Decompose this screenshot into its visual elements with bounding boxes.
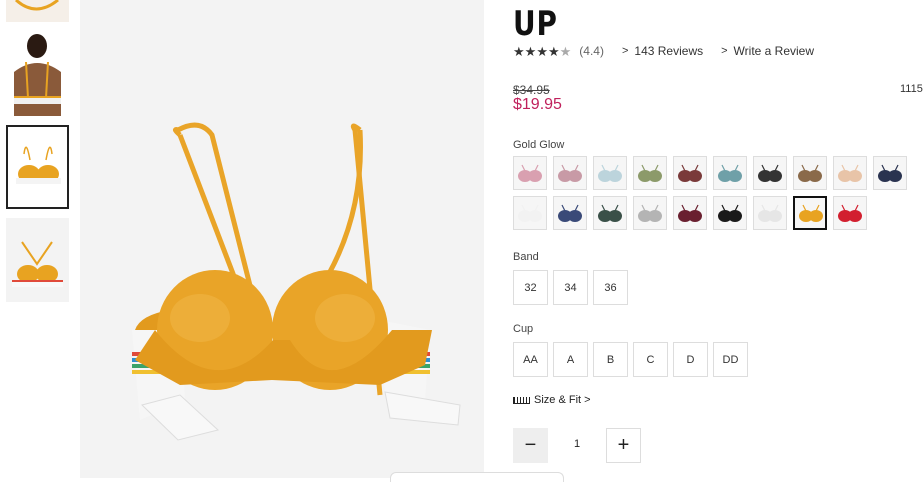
color-swatch-leopard[interactable] bbox=[793, 156, 827, 190]
thumbnail-image bbox=[6, 32, 69, 116]
selected-color-label: Gold Glow bbox=[513, 139, 565, 151]
color-swatch-navy[interactable] bbox=[553, 196, 587, 230]
star-icon: ★ bbox=[536, 43, 548, 59]
swatch-image bbox=[516, 159, 544, 187]
color-swatch-grey[interactable] bbox=[633, 196, 667, 230]
original-price: $34.95 bbox=[513, 83, 550, 97]
color-swatch-teal-print[interactable] bbox=[713, 156, 747, 190]
color-swatch-olive[interactable] bbox=[633, 156, 667, 190]
ruler-icon bbox=[513, 396, 530, 404]
thumbnail-product-back[interactable] bbox=[6, 218, 69, 302]
swatch-image bbox=[716, 159, 744, 187]
color-swatch-burgundy-brown[interactable] bbox=[673, 156, 707, 190]
cup-option-dd[interactable]: DD bbox=[713, 342, 748, 377]
product-title: UP bbox=[513, 4, 558, 44]
band-option-36[interactable]: 36 bbox=[593, 270, 628, 305]
swatch-image bbox=[676, 159, 704, 187]
swatch-image bbox=[876, 159, 904, 187]
color-swatch-gold-glow[interactable] bbox=[793, 196, 827, 230]
swatch-image bbox=[797, 200, 823, 226]
cup-option-b[interactable]: B bbox=[593, 342, 628, 377]
swatch-image bbox=[596, 159, 624, 187]
thumbnail-front-model[interactable] bbox=[6, 0, 69, 22]
image-pagination-tab bbox=[390, 472, 564, 482]
swatch-image bbox=[836, 159, 864, 187]
thumbnail-back-model[interactable] bbox=[6, 32, 69, 116]
color-swatch-wine[interactable] bbox=[673, 196, 707, 230]
swatch-image bbox=[636, 159, 664, 187]
color-swatch-white-print[interactable] bbox=[753, 196, 787, 230]
swatch-image bbox=[556, 199, 584, 227]
star-icon: ★ bbox=[513, 43, 525, 59]
band-option-32[interactable]: 32 bbox=[513, 270, 548, 305]
swatch-image bbox=[716, 199, 744, 227]
thumbnail-image bbox=[12, 241, 63, 287]
thumbnail-image bbox=[6, 0, 69, 22]
color-swatch-black[interactable] bbox=[713, 196, 747, 230]
size-fit-link[interactable]: Size & Fit > bbox=[513, 394, 591, 406]
thumbnail-image bbox=[16, 146, 61, 184]
swatch-image bbox=[596, 199, 624, 227]
thumbnail-product-front[interactable] bbox=[6, 125, 69, 209]
size-fit-label: Size & Fit bbox=[534, 394, 582, 406]
star-rating[interactable]: ★ ★ ★ ★ ★ bbox=[513, 45, 571, 58]
band-label: Band bbox=[513, 251, 539, 263]
quantity-value[interactable]: 1 bbox=[560, 438, 594, 450]
chevron-right-icon: > bbox=[621, 45, 629, 57]
swatch-image bbox=[636, 199, 664, 227]
sale-price: $19.95 bbox=[513, 96, 562, 113]
color-swatch-pink-print[interactable] bbox=[513, 156, 547, 190]
bra-illustration bbox=[132, 122, 461, 441]
cup-option-a[interactable]: A bbox=[553, 342, 588, 377]
cup-option-aa[interactable]: AA bbox=[513, 342, 548, 377]
swatch-image bbox=[836, 199, 864, 227]
chevron-right-icon: > bbox=[721, 45, 728, 57]
color-swatch-mauve-pink[interactable] bbox=[553, 156, 587, 190]
main-product-image[interactable] bbox=[80, 0, 484, 478]
rating-row: ★ ★ ★ ★ ★ (4.4) > 143 Reviews > Write a … bbox=[513, 44, 832, 58]
cup-label: Cup bbox=[513, 323, 534, 335]
half-star-icon: ★ bbox=[559, 43, 572, 59]
cup-option-c[interactable]: C bbox=[633, 342, 668, 377]
swatch-image bbox=[556, 159, 584, 187]
star-icon: ★ bbox=[524, 43, 537, 59]
chevron-right-icon: > bbox=[584, 394, 591, 406]
rating-value: (4.4) bbox=[579, 44, 604, 58]
band-option-34[interactable]: 34 bbox=[553, 270, 588, 305]
color-swatch-nude[interactable] bbox=[833, 156, 867, 190]
color-swatch-navy-print[interactable] bbox=[873, 156, 907, 190]
reviews-link[interactable]: 143 Reviews bbox=[634, 44, 703, 58]
quantity-increase-button[interactable]: + bbox=[606, 428, 641, 463]
color-swatch-dark-green-print[interactable] bbox=[593, 196, 627, 230]
star-icon: ★ bbox=[547, 43, 560, 59]
swatch-image bbox=[676, 199, 704, 227]
product-page: UP ★ ★ ★ ★ ★ (4.4) > 143 Reviews > Write… bbox=[0, 0, 923, 482]
cup-option-d[interactable]: D bbox=[673, 342, 708, 377]
swatch-image bbox=[756, 159, 784, 187]
write-review-link[interactable]: Write a Review bbox=[734, 44, 814, 58]
swatch-image bbox=[796, 159, 824, 187]
swatch-image bbox=[756, 199, 784, 227]
quantity-decrease-button[interactable]: − bbox=[513, 428, 548, 463]
product-number: 1115 bbox=[900, 83, 923, 95]
swatch-image bbox=[516, 199, 544, 227]
color-swatch-red[interactable] bbox=[833, 196, 867, 230]
color-swatch-black-print[interactable] bbox=[753, 156, 787, 190]
color-swatch-white[interactable] bbox=[513, 196, 547, 230]
color-swatch-light-blue-print[interactable] bbox=[593, 156, 627, 190]
